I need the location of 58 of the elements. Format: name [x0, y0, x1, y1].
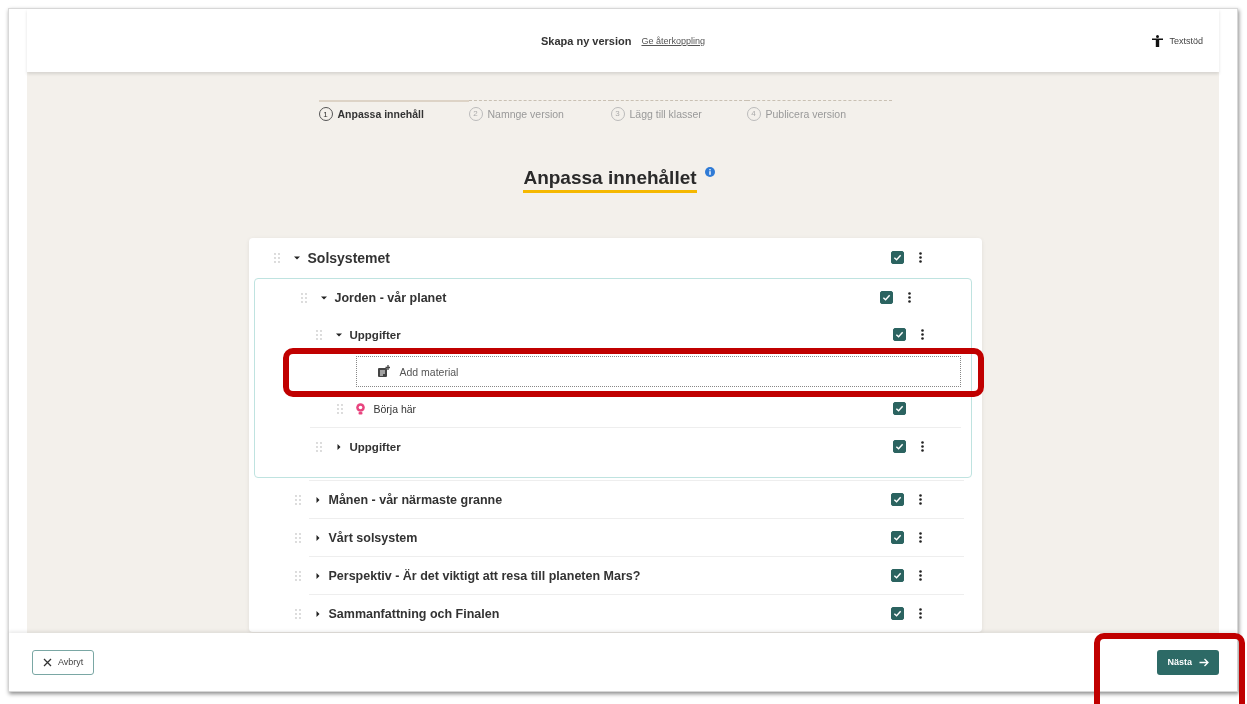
- section-title: Månen - vår närmaste granne: [328, 492, 504, 507]
- feedback-link[interactable]: Ge återkoppling: [641, 35, 705, 46]
- next-button[interactable]: Nästa: [1157, 649, 1219, 675]
- check-icon: [881, 293, 891, 302]
- check-icon: [892, 253, 902, 262]
- drag-handle-icon[interactable]: [294, 532, 301, 543]
- drag-handle-icon[interactable]: [336, 403, 343, 414]
- cancel-button[interactable]: Avbryt: [32, 649, 95, 675]
- drag-handle-icon[interactable]: [315, 329, 322, 340]
- accessibility-icon[interactable]: [1152, 34, 1164, 47]
- section-title: Vårt solsystem: [328, 530, 419, 545]
- drag-handle-icon[interactable]: [294, 494, 301, 505]
- checkbox[interactable]: [890, 531, 904, 544]
- checkbox[interactable]: [892, 440, 906, 453]
- drag-handle-icon[interactable]: [294, 570, 301, 581]
- check-icon: [892, 533, 902, 542]
- section-title: Jorden - vår planet: [334, 290, 448, 305]
- caret-icon[interactable]: [335, 331, 342, 338]
- checkbox[interactable]: [892, 402, 906, 415]
- check-icon: [892, 495, 902, 504]
- text-support-label[interactable]: Textstöd: [1169, 35, 1203, 46]
- check-icon: [892, 609, 902, 618]
- check-icon: [892, 571, 902, 580]
- section-title: Uppgifter: [349, 328, 402, 341]
- checkbox[interactable]: [890, 607, 904, 620]
- lightbulb-icon: [354, 402, 366, 415]
- section-title: Perspektiv - Är det viktigt att resa till planeten Mars?: [328, 568, 642, 583]
- drag-handle-icon[interactable]: [273, 252, 280, 263]
- close-icon: [43, 657, 52, 667]
- drag-handle-icon[interactable]: [315, 441, 322, 452]
- checkbox[interactable]: [892, 328, 906, 341]
- caret-icon[interactable]: [314, 496, 321, 503]
- check-icon: [894, 330, 904, 339]
- item-title: Börja här: [373, 402, 418, 415]
- caret-icon[interactable]: [293, 254, 300, 261]
- add-material-button[interactable]: Add material: [355, 356, 961, 387]
- page-heading: Anpassa innehållet: [523, 167, 697, 193]
- caret-icon[interactable]: [314, 610, 321, 617]
- check-icon: [894, 442, 904, 451]
- caret-icon[interactable]: [314, 534, 321, 541]
- caret-icon[interactable]: [320, 294, 327, 301]
- check-icon: [894, 404, 904, 413]
- section-title: Solsystemet: [307, 249, 391, 266]
- checkbox[interactable]: [879, 291, 893, 304]
- section-title: Uppgifter: [349, 440, 402, 453]
- info-icon[interactable]: [704, 167, 715, 177]
- arrow-right-icon: [1199, 657, 1209, 667]
- section-title: Sammanfattning och Finalen: [328, 606, 501, 621]
- checkbox[interactable]: [890, 251, 904, 264]
- checkbox[interactable]: [890, 569, 904, 582]
- page-title: Skapa ny version: [540, 34, 632, 47]
- caret-icon[interactable]: [314, 572, 321, 579]
- step-tab[interactable]: 1 Anpassa innehåll: [318, 100, 469, 121]
- checkbox[interactable]: [890, 493, 904, 506]
- drag-handle-icon[interactable]: [294, 608, 301, 619]
- add-note-icon: [376, 365, 390, 378]
- caret-icon[interactable]: [335, 443, 342, 450]
- drag-handle-icon[interactable]: [300, 292, 307, 303]
